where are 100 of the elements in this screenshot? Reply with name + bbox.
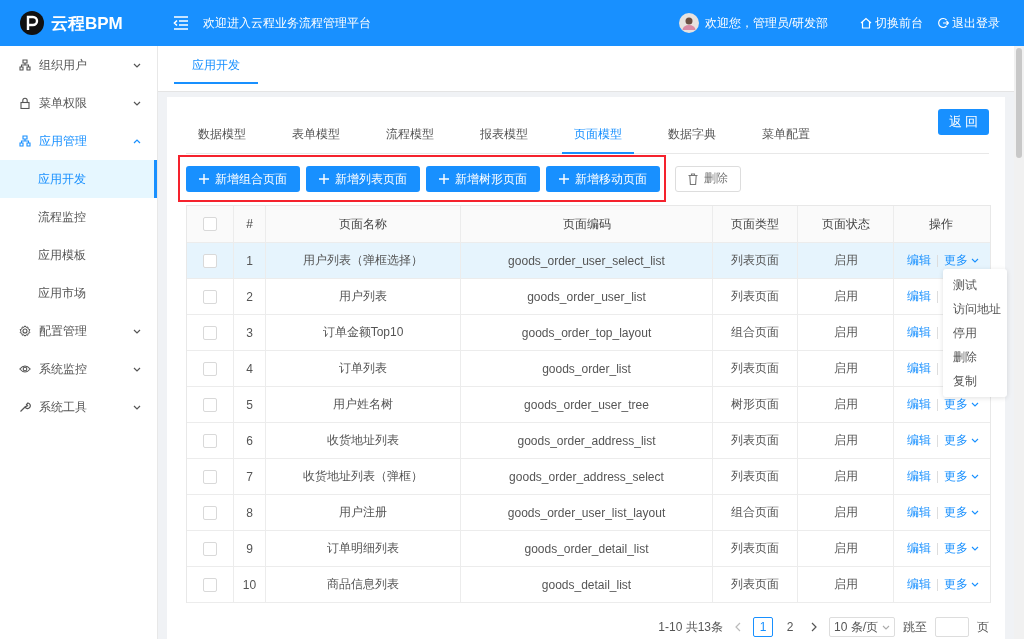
model-tab[interactable]: 表单模型 <box>280 117 352 154</box>
sidebar-item[interactable]: 系统监控 <box>0 350 157 388</box>
logo-icon <box>20 11 44 35</box>
table-cell: 6 <box>234 423 266 458</box>
organization-icon <box>19 59 31 71</box>
edit-link[interactable]: 编辑 <box>907 468 931 485</box>
edit-link[interactable]: 编辑 <box>907 540 931 557</box>
model-tab[interactable]: 页面模型 <box>562 117 634 154</box>
scrollbar[interactable] <box>1014 46 1024 639</box>
sidebar-item[interactable]: 菜单权限 <box>0 84 157 122</box>
table-cell: goods_order_top_layout <box>461 315 713 350</box>
page-tab[interactable]: 应用开发 <box>174 48 258 84</box>
edit-link[interactable]: 编辑 <box>907 504 931 521</box>
row-checkbox[interactable] <box>203 253 217 268</box>
table-cell: 3 <box>234 315 266 350</box>
row-checkbox[interactable] <box>203 325 217 340</box>
dropdown-item[interactable]: 删除 <box>943 345 1007 369</box>
back-button[interactable]: 返 回 <box>938 109 989 135</box>
page-size-select[interactable]: 10 条/页 <box>829 617 895 637</box>
logout-icon <box>937 17 949 29</box>
delete-button[interactable]: 删除 <box>675 165 741 192</box>
more-link[interactable]: 更多 <box>944 468 979 485</box>
model-tab[interactable]: 菜单配置 <box>750 117 822 154</box>
row-checkbox[interactable] <box>203 361 217 376</box>
table-cell: 1 <box>234 243 266 278</box>
more-link[interactable]: 更多 <box>944 504 979 521</box>
row-checkbox[interactable] <box>203 469 217 484</box>
more-link[interactable]: 更多 <box>944 540 979 557</box>
edit-link[interactable]: 编辑 <box>907 432 931 449</box>
row-checkbox[interactable] <box>203 289 217 304</box>
sidebar-item[interactable]: 应用管理 <box>0 122 157 160</box>
dropdown-item[interactable]: 测试 <box>943 273 1007 297</box>
chevron-icon <box>133 366 141 372</box>
table-cell: 列表页面 <box>713 351 798 386</box>
edit-link[interactable]: 编辑 <box>907 288 931 305</box>
table-cell: 列表页面 <box>713 459 798 494</box>
logout-link[interactable]: 退出登录 <box>937 14 1000 32</box>
add-page-button[interactable]: 新增列表页面 <box>306 166 420 192</box>
column-header: 页面名称 <box>266 206 461 242</box>
edit-link[interactable]: 编辑 <box>907 360 931 377</box>
column-header: 页面状态 <box>798 206 894 242</box>
edit-link[interactable]: 编辑 <box>907 396 931 413</box>
more-link[interactable]: 更多 <box>944 252 979 269</box>
sidebar-item[interactable]: 配置管理 <box>0 312 157 350</box>
sidebar-subitem[interactable]: 应用模板 <box>0 236 157 274</box>
model-tab[interactable]: 报表模型 <box>468 117 540 154</box>
select-all-checkbox[interactable] <box>203 217 217 231</box>
table-cell: 8 <box>234 495 266 530</box>
dropdown-item[interactable]: 复制 <box>943 369 1007 393</box>
table-cell: goods_order_detail_list <box>461 531 713 566</box>
model-tab[interactable]: 流程模型 <box>374 117 446 154</box>
settings-icon <box>19 325 31 337</box>
more-link[interactable]: 更多 <box>944 432 979 449</box>
plus-icon <box>319 174 329 184</box>
more-link[interactable]: 更多 <box>944 396 979 413</box>
switch-frontend-link[interactable]: 切换前台 <box>860 14 923 32</box>
sidebar-subitem[interactable]: 应用市场 <box>0 274 157 312</box>
row-checkbox[interactable] <box>203 541 217 556</box>
model-tab[interactable]: 数据模型 <box>186 117 258 154</box>
chevron-icon <box>133 62 141 68</box>
table-cell: 启用 <box>798 315 894 350</box>
table-cell: 列表页面 <box>713 279 798 314</box>
sidebar-subitem[interactable]: 流程监控 <box>0 198 157 236</box>
jump-label: 跳至 <box>903 618 927 636</box>
column-header: # <box>234 206 266 242</box>
row-checkbox[interactable] <box>203 577 217 592</box>
page-number[interactable]: 1 <box>753 617 773 637</box>
chevron-icon <box>133 138 141 144</box>
table-cell: goods_order_user_tree <box>461 387 713 422</box>
menu-fold-icon[interactable] <box>173 16 189 30</box>
sidebar-item[interactable]: 系统工具 <box>0 388 157 426</box>
add-page-button[interactable]: 新增组合页面 <box>186 166 300 192</box>
table-cell: goods_order_user_select_list <box>461 243 713 278</box>
caret-icon <box>971 546 979 551</box>
dropdown-item[interactable]: 访问地址 <box>943 297 1007 321</box>
jump-page-field[interactable] <box>935 617 969 637</box>
page-number[interactable]: 2 <box>781 618 799 636</box>
edit-link[interactable]: 编辑 <box>907 252 931 269</box>
wrench-icon <box>19 401 31 413</box>
row-checkbox[interactable] <box>203 433 217 448</box>
next-page-icon[interactable] <box>811 622 817 632</box>
add-page-button[interactable]: 新增树形页面 <box>426 166 540 192</box>
table-cell: 收货地址列表 <box>266 423 461 458</box>
caret-icon <box>971 402 979 407</box>
row-checkbox[interactable] <box>203 505 217 520</box>
sidebar-subitem[interactable]: 应用开发 <box>0 160 157 198</box>
edit-link[interactable]: 编辑 <box>907 324 931 341</box>
dropdown-item[interactable]: 停用 <box>943 321 1007 345</box>
table-cell: 2 <box>234 279 266 314</box>
sidebar-item[interactable]: 组织用户 <box>0 46 157 84</box>
edit-link[interactable]: 编辑 <box>907 576 931 593</box>
previous-page-icon[interactable] <box>735 622 741 632</box>
table-cell: 订单明细列表 <box>266 531 461 566</box>
table-cell: 启用 <box>798 243 894 278</box>
row-checkbox[interactable] <box>203 397 217 412</box>
table-cell: 用户注册 <box>266 495 461 530</box>
more-link[interactable]: 更多 <box>944 576 979 593</box>
model-tab[interactable]: 数据字典 <box>656 117 728 154</box>
table-cell: goods_order_user_list_layout <box>461 495 713 530</box>
add-page-button[interactable]: 新增移动页面 <box>546 166 660 192</box>
